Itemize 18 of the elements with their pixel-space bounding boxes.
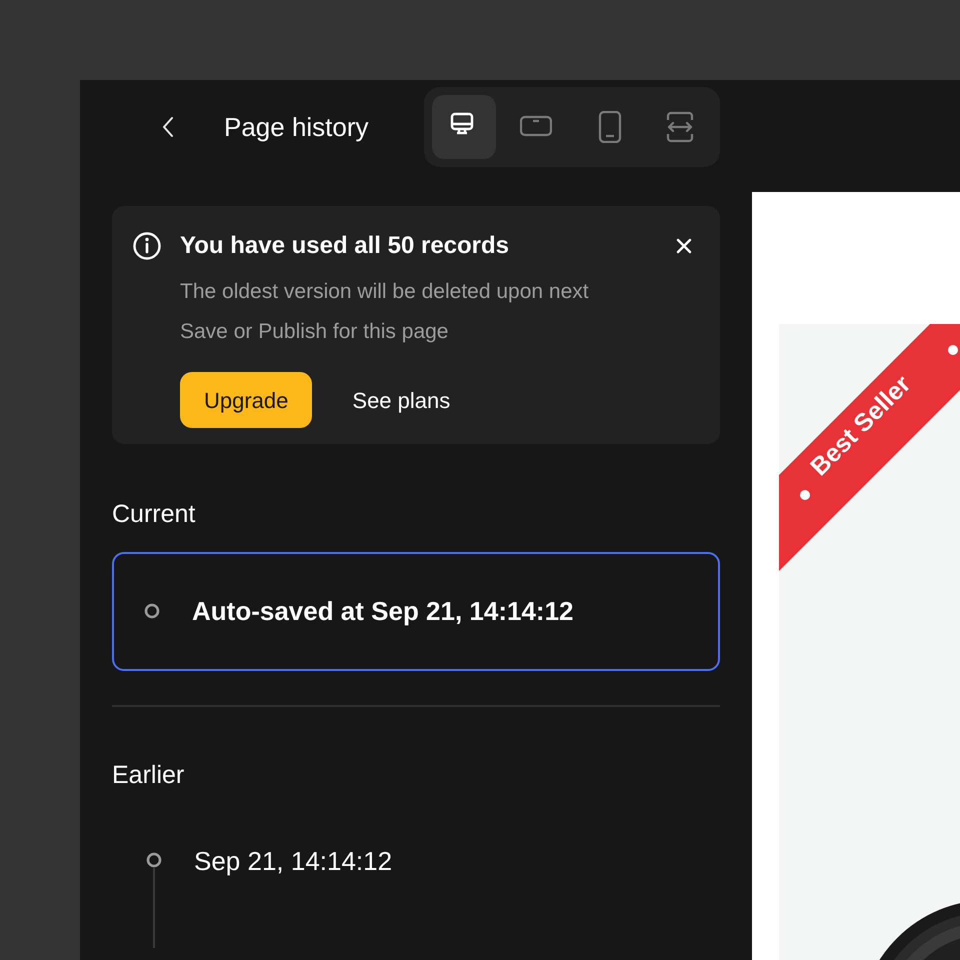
ring-icon — [146, 852, 162, 868]
upgrade-button[interactable]: Upgrade — [180, 372, 312, 428]
panel-title: Page history — [224, 110, 369, 144]
expand-width-icon — [664, 111, 696, 144]
notice-message: The oldest version will be deleted upon next Save or Publish for this page — [180, 279, 590, 346]
section-heading: Earlier — [112, 760, 186, 790]
version-label: Sep 21, 14:14:12 — [194, 845, 392, 878]
plans-link[interactable]: See plans — [352, 372, 450, 428]
close-icon — [676, 238, 692, 254]
notice-title: You have used all 50 records — [180, 231, 510, 262]
chevron-left-icon — [162, 116, 174, 138]
info-icon — [132, 231, 162, 262]
device-tab[interactable] — [432, 95, 496, 160]
version-label: Auto-saved at Sep 21, 14:14:12 — [192, 594, 574, 628]
ring-icon — [144, 603, 160, 620]
version-item[interactable]: Auto-saved at Sep 21, 14:14:12 — [112, 552, 720, 671]
section-heading: Current — [112, 499, 196, 530]
version-item[interactable]: Sep 21, 14:14:12 — [112, 840, 720, 960]
